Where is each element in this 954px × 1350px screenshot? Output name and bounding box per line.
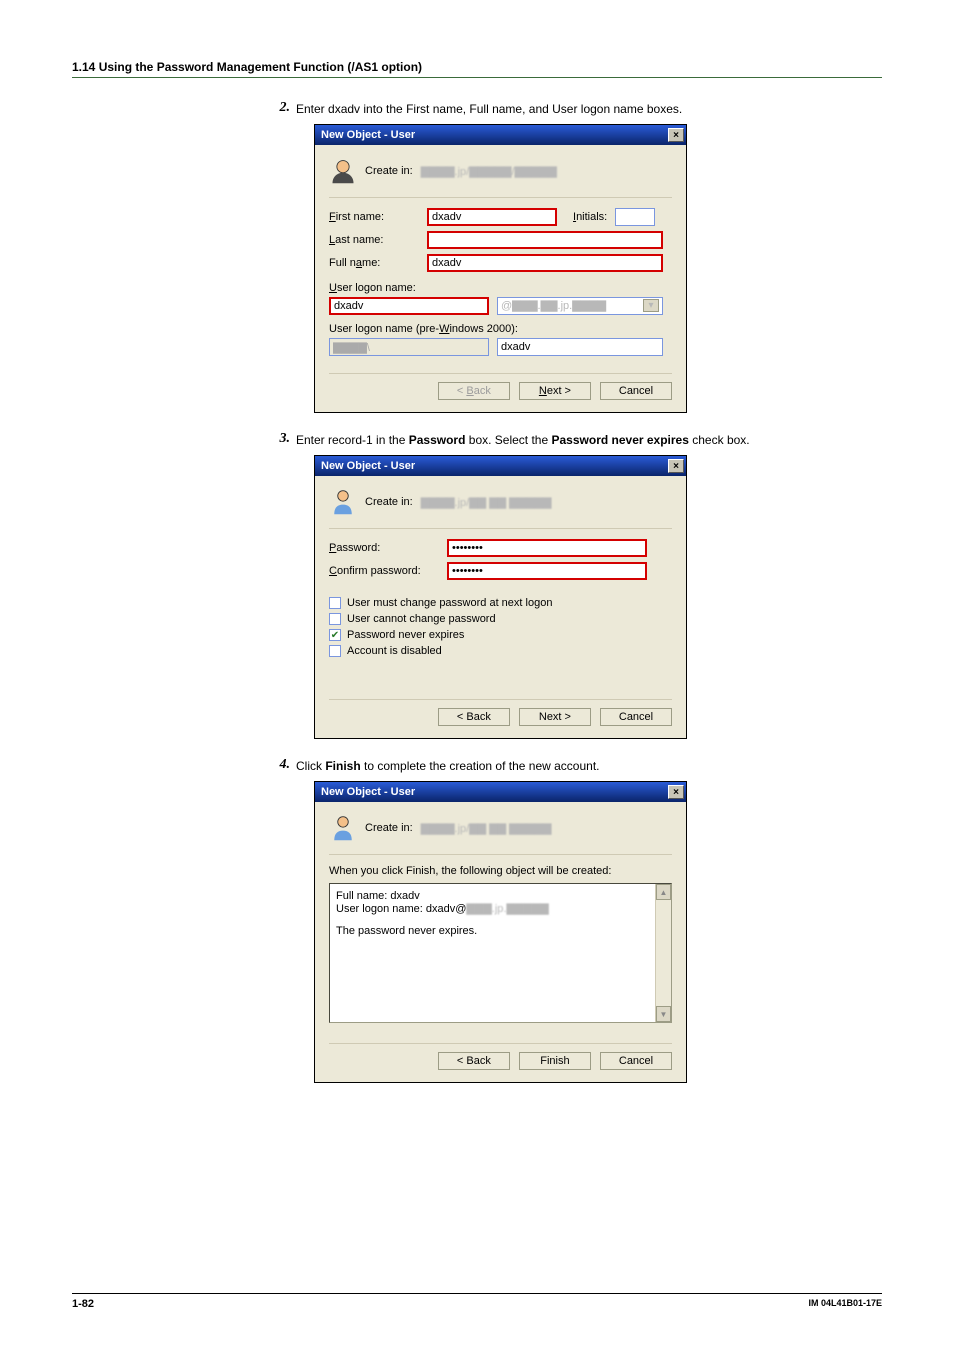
back-button[interactable]: < Back (438, 708, 510, 726)
finish-button[interactable]: Finish (519, 1052, 591, 1070)
back-button[interactable]: < Back (438, 1052, 510, 1070)
create-in-path: ▇▇▇▇.jp/▇▇ ▇▇ ▇▇▇▇▇ (421, 822, 552, 835)
scroll-down-icon[interactable]: ▼ (656, 1006, 671, 1022)
back-button: < Back (438, 382, 510, 400)
initials-input[interactable] (615, 208, 655, 226)
checkbox-label: User must change password at next logon (347, 597, 552, 609)
step-2: 2. Enter dxadv into the First name, Full… (272, 100, 882, 118)
dialog-title: New Object - User (321, 129, 415, 141)
cancel-button[interactable]: Cancel (600, 708, 672, 726)
create-in-path: ▇▇▇▇.jp/▇▇ ▇▇ ▇▇▇▇▇ (421, 496, 552, 509)
t: ▇▇▇.jp.▇▇▇▇▇ (466, 903, 548, 915)
t: box. Select the (465, 433, 551, 447)
cancel-button[interactable]: Cancel (600, 1052, 672, 1070)
domain-value: @▇▇▇.▇▇.jp.▇▇▇▇ (501, 300, 606, 312)
titlebar: New Object - User × (315, 782, 686, 802)
page-number: 1-82 (72, 1298, 94, 1310)
step-3: 3. Enter record-1 in the Password box. S… (272, 431, 882, 449)
t: Password (409, 433, 466, 447)
domain-select[interactable]: @▇▇▇.▇▇.jp.▇▇▇▇ (497, 297, 663, 315)
summary-box: Full name: dxadv User logon name: dxadv@… (329, 883, 672, 1023)
full-name-input[interactable] (427, 254, 663, 272)
cancel-button[interactable]: Cancel (600, 382, 672, 400)
user-head-icon (329, 157, 357, 185)
user-logon-input[interactable] (329, 297, 489, 315)
user-torso-icon (329, 488, 357, 516)
dialog-new-object-user-2: New Object - User × Create in: ▇▇▇▇.jp/▇… (314, 455, 687, 739)
close-icon[interactable]: × (668, 459, 684, 473)
scrollbar[interactable]: ▲ ▼ (655, 884, 671, 1022)
password-label: Password: (329, 542, 439, 554)
checkbox-disabled[interactable]: Account is disabled (329, 645, 672, 657)
initials-label: Initials: (573, 211, 607, 223)
step-4: 4. Click Finish to complete the creation… (272, 757, 882, 775)
doc-id: IM 04L41B01-17E (808, 1298, 882, 1310)
titlebar: New Object - User × (315, 456, 686, 476)
dialog-title: New Object - User (321, 786, 415, 798)
checkbox-label: User cannot change password (347, 613, 496, 625)
step-text: Click Finish to complete the creation of… (296, 757, 882, 775)
scroll-up-icon[interactable]: ▲ (656, 884, 671, 900)
create-in-label: Create in: (365, 165, 413, 177)
full-name-label: Full name: (329, 257, 419, 269)
first-name-label: First name: (329, 211, 419, 223)
section-heading: 1.14 Using the Password Management Funct… (72, 60, 882, 78)
step-number: 2. (272, 100, 296, 118)
last-name-label: Last name: (329, 234, 419, 246)
pre2000-prefix (329, 338, 489, 356)
t: Click (296, 759, 325, 773)
create-in-path: ▇▇▇▇.jp/▇▇▇▇▇/▇▇▇▇▇ (421, 165, 557, 178)
summary-intro: When you click Finish, the following obj… (329, 865, 672, 877)
summary-line-3: The password never expires. (336, 925, 665, 937)
checkbox-icon (329, 597, 341, 609)
checkbox-icon (329, 613, 341, 625)
close-icon[interactable]: × (668, 128, 684, 142)
checkbox-checked-icon: ✔ (329, 629, 341, 641)
pre2000-label: User logon name (pre-Windows 2000): (329, 323, 672, 335)
checkbox-icon (329, 645, 341, 657)
summary-line-2: User logon name: dxadv@▇▇▇.jp.▇▇▇▇▇ (336, 902, 665, 915)
create-in-label: Create in: (365, 496, 413, 508)
checkbox-must-change[interactable]: User must change password at next logon (329, 597, 672, 609)
dialog-title: New Object - User (321, 460, 415, 472)
t: to complete the creation of the new acco… (361, 759, 600, 773)
checkbox-cannot-change[interactable]: User cannot change password (329, 613, 672, 625)
dialog-new-object-user-1: New Object - User × Create in: ▇▇▇▇.jp/▇… (314, 124, 687, 413)
step-text: Enter dxadv into the First name, Full na… (296, 100, 882, 118)
t: Finish (325, 759, 360, 773)
next-button[interactable]: Next > (519, 382, 591, 400)
t: Enter record-1 in the (296, 433, 409, 447)
confirm-password-input[interactable] (447, 562, 647, 580)
t: Password never expires (552, 433, 689, 447)
titlebar: New Object - User × (315, 125, 686, 145)
step-number: 4. (272, 757, 296, 775)
close-icon[interactable]: × (668, 785, 684, 799)
confirm-password-label: Confirm password: (329, 565, 439, 577)
checkbox-never-expires[interactable]: ✔ Password never expires (329, 629, 672, 641)
summary-line-1: Full name: dxadv (336, 890, 665, 902)
first-name-input[interactable] (427, 208, 557, 226)
dialog-new-object-user-3: New Object - User × Create in: ▇▇▇▇.jp/▇… (314, 781, 687, 1083)
user-torso-icon (329, 814, 357, 842)
checkbox-label: Password never expires (347, 629, 464, 641)
user-logon-label: User logon name: (329, 282, 672, 294)
next-button[interactable]: Next > (519, 708, 591, 726)
step-number: 3. (272, 431, 296, 449)
t: User logon name: dxadv@ (336, 903, 466, 915)
create-in-label: Create in: (365, 822, 413, 834)
checkbox-label: Account is disabled (347, 645, 442, 657)
page-footer: 1-82 IM 04L41B01-17E (72, 1293, 882, 1310)
pre2000-input[interactable] (497, 338, 663, 356)
t: check box. (689, 433, 750, 447)
password-input[interactable] (447, 539, 647, 557)
last-name-input[interactable] (427, 231, 663, 249)
step-text: Enter record-1 in the Password box. Sele… (296, 431, 882, 449)
